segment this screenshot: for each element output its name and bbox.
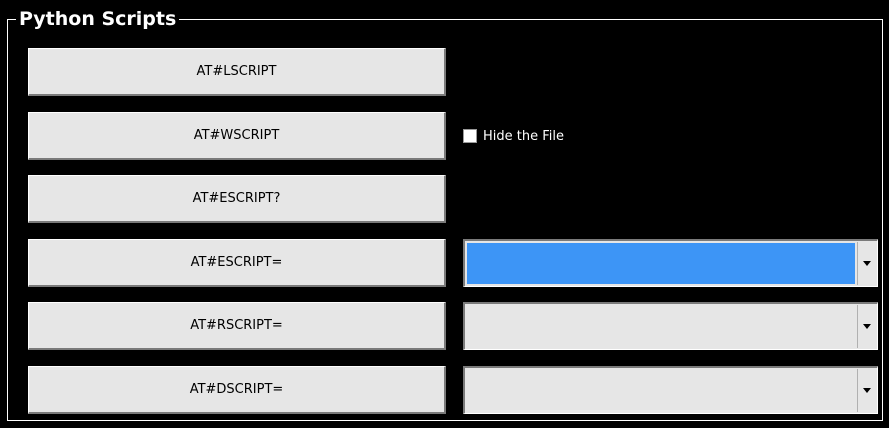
dscript-dropdown-arrow[interactable] <box>857 369 876 412</box>
chevron-down-icon <box>863 324 871 329</box>
chevron-down-icon <box>863 388 871 393</box>
hide-file-option[interactable]: Hide the File <box>463 126 564 146</box>
lscript-button[interactable]: AT#LSCRIPT <box>28 48 446 96</box>
escript-file-dropdown[interactable] <box>463 239 878 287</box>
rscript-button[interactable]: AT#RSCRIPT= <box>28 302 446 350</box>
rscript-file-value <box>467 306 855 347</box>
rscript-file-dropdown[interactable] <box>463 302 878 350</box>
hide-file-label: Hide the File <box>483 128 564 144</box>
escript-query-button[interactable]: AT#ESCRIPT? <box>28 175 446 223</box>
escript-set-button[interactable]: AT#ESCRIPT= <box>28 239 446 287</box>
chevron-down-icon <box>863 261 871 266</box>
wscript-button[interactable]: AT#WSCRIPT <box>28 112 446 160</box>
group-title: Python Scripts <box>16 7 180 31</box>
hide-file-checkbox[interactable] <box>463 129 477 143</box>
dscript-file-value <box>467 370 855 411</box>
dscript-button[interactable]: AT#DSCRIPT= <box>28 366 446 414</box>
escript-dropdown-arrow[interactable] <box>857 242 876 285</box>
escript-file-value <box>467 243 855 284</box>
rscript-dropdown-arrow[interactable] <box>857 305 876 348</box>
dscript-file-dropdown[interactable] <box>463 366 878 414</box>
